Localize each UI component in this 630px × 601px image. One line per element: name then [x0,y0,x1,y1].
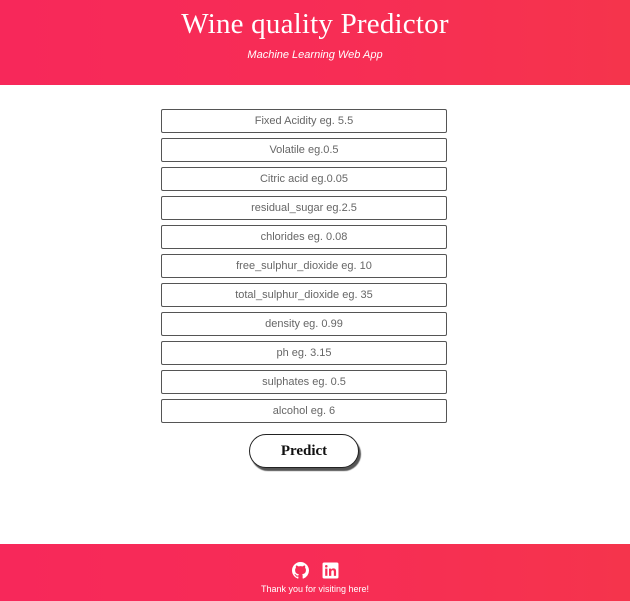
predict-button[interactable]: Predict [249,434,359,468]
total-sulphur-dioxide-input[interactable] [161,283,447,307]
page-subtitle: Machine Learning Web App [247,49,383,61]
page-title: Wine quality Predictor [181,8,449,40]
github-icon[interactable] [291,562,309,579]
header: Wine quality Predictor Machine Learning … [0,0,630,85]
residual-sugar-input[interactable] [161,196,447,220]
citric-acid-input[interactable] [161,167,447,191]
page: Wine quality Predictor Machine Learning … [0,0,630,601]
volatile-input[interactable] [161,138,447,162]
density-input[interactable] [161,312,447,336]
ph-input[interactable] [161,341,447,365]
fixed-acidity-input[interactable] [161,109,447,133]
alcohol-input[interactable] [161,399,447,423]
prediction-form [161,109,447,428]
linkedin-icon[interactable] [322,562,339,579]
social-links [0,562,630,579]
footer-thanks-text: Thank you for visiting here! [260,584,370,594]
free-sulphur-dioxide-input[interactable] [161,254,447,278]
chlorides-input[interactable] [161,225,447,249]
footer: Thank you for visiting here! [0,544,630,601]
sulphates-input[interactable] [161,370,447,394]
